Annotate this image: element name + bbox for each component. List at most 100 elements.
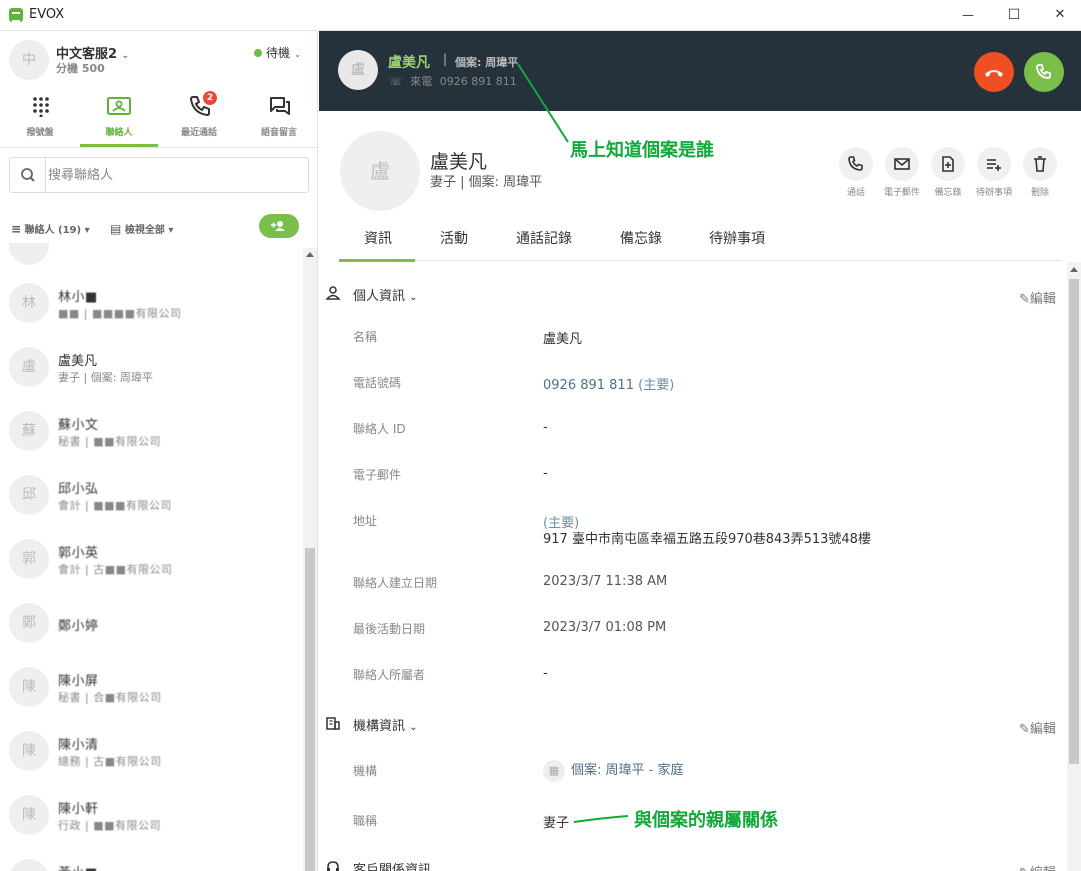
field-label-email: 電子郵件 bbox=[353, 468, 402, 482]
search-icon bbox=[10, 158, 46, 192]
contact-subtitle: 秘書 | ■■有限公司 bbox=[58, 435, 161, 448]
nav-contacts[interactable]: 聯絡人 bbox=[79, 89, 159, 147]
nav-contacts-label: 聯絡人 bbox=[105, 128, 133, 138]
maximize-button[interactable]: ☐ bbox=[1002, 4, 1026, 26]
list-item[interactable]: 黃小■ bbox=[0, 849, 302, 871]
field-label-address: 地址 bbox=[353, 514, 378, 528]
nav-dialpad[interactable]: 撥號盤 bbox=[0, 89, 80, 147]
crm-info-section[interactable]: 客戶關係資訊 ⌄ bbox=[353, 859, 444, 871]
add-task-icon bbox=[987, 159, 1001, 171]
edit-org-button[interactable]: ✎編輯 bbox=[1019, 718, 1056, 737]
contact-list-scrollbar[interactable] bbox=[303, 248, 317, 871]
list-item[interactable]: 郭 郭小英 會計 | 古■■有限公司 bbox=[0, 529, 302, 593]
nav-voicemail-label: 語音留言 bbox=[260, 128, 297, 138]
contact-search bbox=[9, 157, 309, 193]
email-action-button[interactable]: 電子郵件 bbox=[879, 147, 925, 198]
profile-avatar: 盧 bbox=[340, 131, 420, 211]
personal-info-section[interactable]: 個人資訊 ⌄ bbox=[353, 285, 418, 304]
delete-action-button[interactable]: 刪除 bbox=[1017, 147, 1063, 198]
contact-name: 陳小清 bbox=[58, 738, 99, 753]
org-building-icon: ▦ bbox=[543, 760, 565, 782]
avatar bbox=[9, 859, 49, 871]
contact-name: 蘇小文 bbox=[58, 418, 99, 433]
annotation-relation: 與個案的親屬關係 bbox=[634, 810, 778, 831]
caller-avatar: 盧 bbox=[338, 50, 378, 90]
call-action-button[interactable]: 通話 bbox=[833, 147, 879, 198]
detail-tabs: 資訊 活動 通話記錄 備忘錄 待辦事項 bbox=[339, 214, 1061, 262]
agent-avatar[interactable]: 中 bbox=[9, 40, 49, 80]
list-item[interactable]: 鄭 鄭小婷 bbox=[0, 593, 302, 657]
phone-icon bbox=[848, 156, 863, 171]
incoming-call-icon: ☏ bbox=[389, 75, 403, 88]
active-call-header: 盧 盧美凡 | 個案: 周瑋平 ☏ 來電 0926 891 811 bbox=[319, 31, 1081, 111]
contact-card-icon bbox=[107, 97, 131, 115]
title-bar: EVOX — ☐ ✕ bbox=[0, 0, 1081, 31]
contact-name: 陳小屏 bbox=[58, 674, 99, 689]
field-value-org[interactable]: ▦ 個案: 周瑋平 - 家庭 bbox=[543, 759, 683, 782]
chevron-down-icon: ⌄ bbox=[409, 292, 418, 303]
contact-subtitle: 會計 | ■■■有限公司 bbox=[58, 499, 172, 512]
app-title: EVOX bbox=[29, 7, 65, 22]
status-selector[interactable]: 待機 ⌄ bbox=[254, 44, 301, 61]
scrollbar-thumb[interactable] bbox=[1069, 279, 1079, 764]
search-input[interactable] bbox=[48, 164, 298, 186]
table-icon: ▤ bbox=[110, 222, 122, 236]
field-label-contact-id: 聯絡人 ID bbox=[353, 422, 406, 436]
details-scrollbar[interactable] bbox=[1067, 262, 1081, 871]
field-label-name: 名稱 bbox=[353, 330, 378, 344]
org-info-section[interactable]: 機構資訊 ⌄ bbox=[353, 715, 418, 734]
nav-voicemail[interactable]: 語音留言 bbox=[239, 89, 319, 147]
pencil-icon: ✎ bbox=[1019, 292, 1030, 307]
contact-subtitle: 總務 | 古■有限公司 bbox=[58, 755, 162, 768]
phone-icon bbox=[1036, 64, 1051, 79]
avatar: 邱 bbox=[9, 475, 49, 515]
headset-icon bbox=[327, 861, 339, 871]
close-button[interactable]: ✕ bbox=[1048, 4, 1072, 26]
hang-up-button[interactable] bbox=[974, 52, 1014, 92]
tab-memo[interactable]: 備忘錄 bbox=[620, 228, 662, 248]
contact-subtitle: 會計 | 古■■有限公司 bbox=[58, 563, 173, 576]
edit-crm-button[interactable]: ✎編輯 bbox=[1019, 862, 1056, 871]
contact-name: 林小■ bbox=[58, 290, 98, 305]
view-filter[interactable]: ▤ 檢視全部 ▾ bbox=[110, 221, 173, 236]
annotation-arrow bbox=[573, 815, 629, 823]
list-item[interactable]: 蘇 蘇小文 秘書 | ■■有限公司 bbox=[0, 401, 302, 465]
list-item[interactable]: 陳 陳小軒 行政 | ■■有限公司 bbox=[0, 785, 302, 849]
scroll-up-icon[interactable] bbox=[1070, 267, 1078, 272]
add-contact-button[interactable] bbox=[259, 214, 299, 238]
nav-recent-calls[interactable]: 2 最近通話 bbox=[159, 89, 239, 147]
tab-activity[interactable]: 活動 bbox=[440, 228, 468, 248]
edit-personal-button[interactable]: ✎編輯 bbox=[1019, 288, 1056, 307]
list-item[interactable]: 盧 盧美凡 妻子 | 個案: 周瑋平 bbox=[0, 337, 302, 401]
avatar: 盧 bbox=[9, 347, 49, 387]
contacts-filter[interactable]: ≡ 聯絡人 (19) ▾ bbox=[11, 221, 90, 236]
dialpad-icon bbox=[33, 97, 49, 117]
left-panel: 中 中文客服2 ⌄ 分機 500 待機 ⌄ 撥號盤 聯絡人 2 最近通話 語音留… bbox=[0, 31, 318, 871]
field-label-last-activity: 最後活動日期 bbox=[353, 622, 426, 636]
field-value-phone[interactable]: 0926 891 811 (主要) bbox=[543, 374, 674, 393]
contact-subtitle: 妻子 | 個案: 周瑋平 bbox=[58, 371, 153, 384]
minimize-button[interactable]: — bbox=[956, 4, 980, 26]
list-item[interactable]: 陳 陳小清 總務 | 古■有限公司 bbox=[0, 721, 302, 785]
avatar bbox=[9, 243, 49, 265]
list-item[interactable]: 陳 陳小屏 秘書 | 合■有限公司 bbox=[0, 657, 302, 721]
caret-down-icon: ▾ bbox=[168, 225, 174, 236]
list-item[interactable]: 邱 邱小弘 會計 | ■■■有限公司 bbox=[0, 465, 302, 529]
contact-subtitle: 秘書 | 合■有限公司 bbox=[58, 691, 162, 704]
tab-todo[interactable]: 待辦事項 bbox=[709, 228, 765, 248]
answer-button[interactable] bbox=[1024, 52, 1064, 92]
add-note-icon bbox=[942, 156, 954, 172]
chevron-down-icon: ⌄ bbox=[293, 50, 302, 60]
person-icon bbox=[325, 286, 341, 300]
list-item[interactable]: 林 林小■ ■■ | ■■■■有限公司 bbox=[0, 273, 302, 337]
field-label-org: 機構 bbox=[353, 764, 378, 778]
nav-dialpad-label: 撥號盤 bbox=[26, 128, 54, 138]
tab-call-history[interactable]: 通話記錄 bbox=[516, 228, 572, 248]
scroll-up-icon[interactable] bbox=[306, 252, 314, 257]
memo-action-button[interactable]: 備忘錄 bbox=[925, 147, 971, 198]
todo-action-button[interactable]: 待辦事項 bbox=[971, 147, 1017, 198]
scrollbar-thumb[interactable] bbox=[305, 548, 315, 871]
field-value-created: 2023/3/7 11:38 AM bbox=[543, 574, 668, 589]
field-value-address: 917 臺中市南屯區幸福五路五段970巷843弄513號48樓 bbox=[543, 532, 871, 547]
tab-info[interactable]: 資訊 bbox=[339, 228, 415, 262]
